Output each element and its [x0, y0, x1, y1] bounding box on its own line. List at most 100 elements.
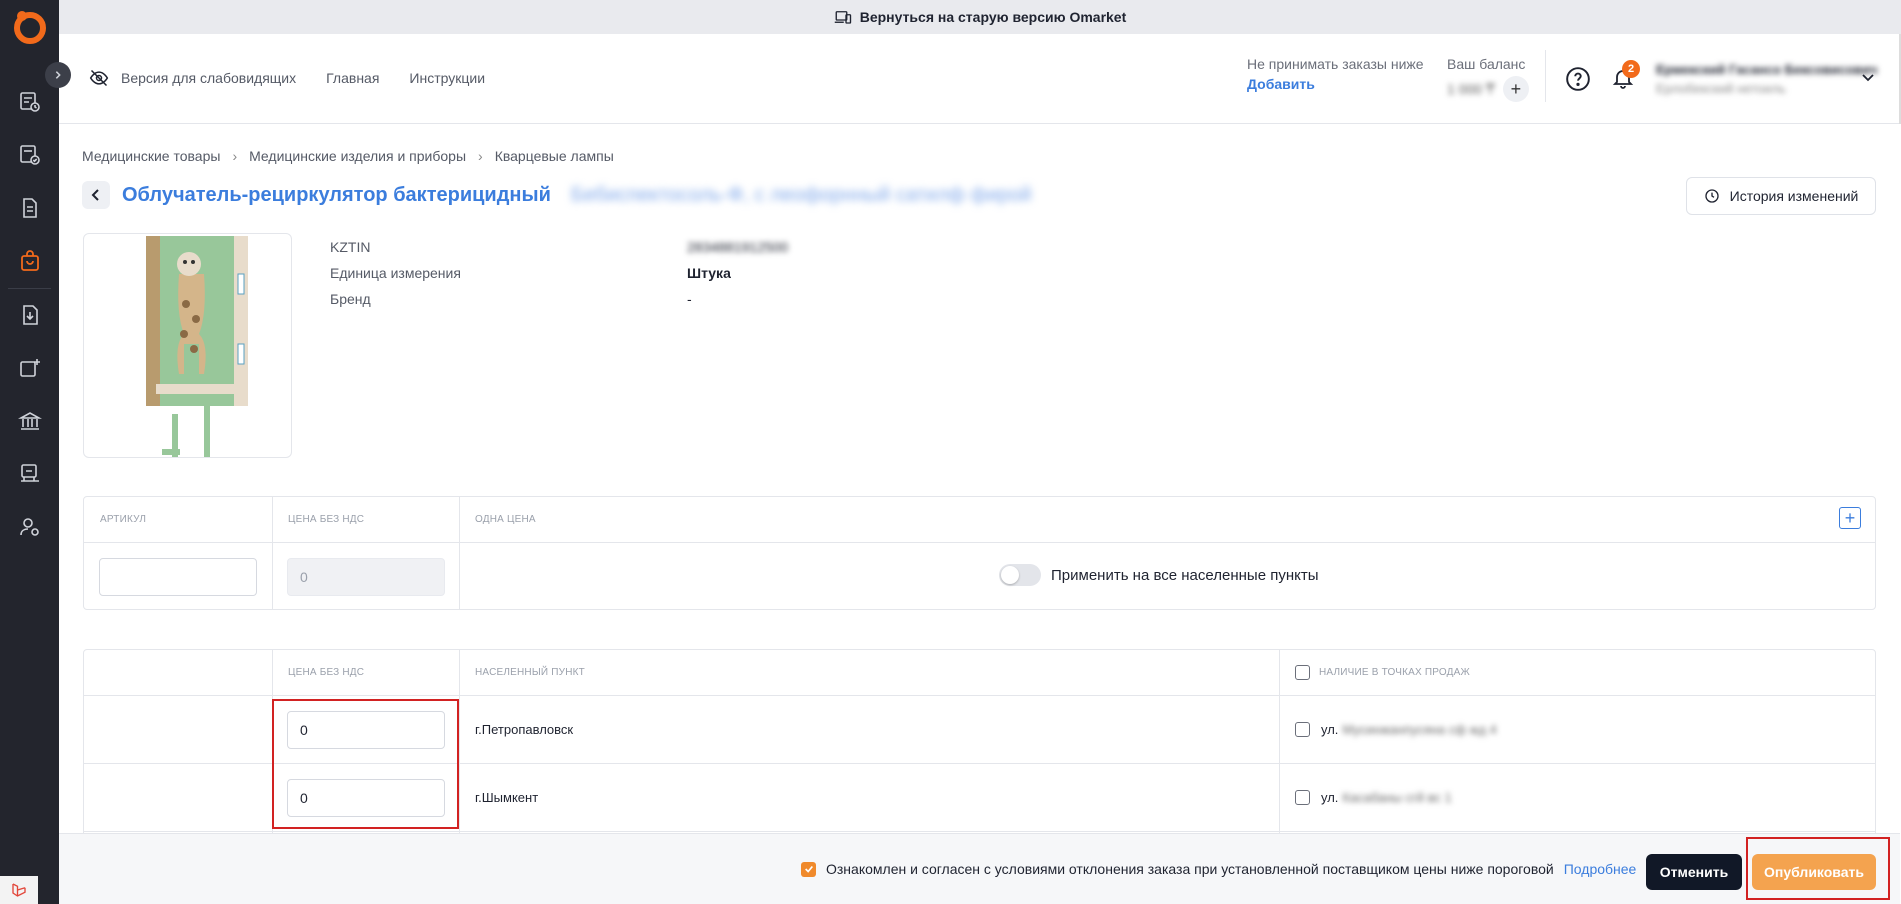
- column-header-single-price: Одна цена: [475, 514, 536, 525]
- nav-home-link[interactable]: Главная: [326, 70, 379, 86]
- cancel-button[interactable]: Отменить: [1646, 854, 1742, 890]
- clock-icon: [1704, 189, 1719, 203]
- article-input[interactable]: [99, 558, 257, 596]
- row-divider: [84, 542, 1875, 543]
- chevron-right-icon: ›: [478, 148, 483, 164]
- header: Версия для слабовидящих Главная Инструкц…: [59, 34, 1900, 124]
- column-divider: [459, 497, 460, 609]
- chevron-down-icon[interactable]: [1861, 70, 1875, 84]
- user-settings-icon[interactable]: [0, 502, 59, 552]
- old-version-banner[interactable]: Вернуться на старую версию Omarket: [59, 0, 1901, 34]
- row-divider: [84, 695, 1875, 696]
- select-all-checkbox[interactable]: [1295, 665, 1310, 680]
- page-title: Облучатель-рециркулятор бактерицидный: [122, 183, 551, 206]
- omarket-logo[interactable]: [12, 8, 48, 44]
- city-name: г.Шымкент: [475, 790, 539, 805]
- attribute-row: Единица измерения Штука: [330, 260, 788, 286]
- help-icon[interactable]: [1565, 66, 1591, 92]
- sidebar-toggle-button[interactable]: [45, 62, 71, 88]
- nav-instructions-link[interactable]: Инструкции: [409, 70, 485, 86]
- column-divider: [1279, 650, 1280, 838]
- min-order-label: Не принимать заказы ниже: [1247, 56, 1424, 72]
- page-title-hidden: Бебиспектосоль-Ф, с леофорнный сатилф фи…: [570, 183, 1032, 206]
- availability-checkbox[interactable]: [1295, 722, 1310, 737]
- agree-row: Ознакомлен и согласен с условиями отклон…: [801, 861, 1636, 877]
- balance-value: 1 000 ₸: [1447, 80, 1495, 97]
- apply-all-label: Применить на все населенные пункты: [1051, 566, 1319, 584]
- min-order-block: Не принимать заказы ниже Добавить: [1247, 56, 1424, 92]
- column-header-article: Артикул: [100, 514, 147, 525]
- apply-all-toggle[interactable]: [999, 564, 1041, 586]
- devices-icon: [834, 11, 851, 24]
- address-hidden: Мусинжанпусяна сф жд 4: [1342, 722, 1497, 737]
- laravel-icon[interactable]: [0, 876, 38, 904]
- breadcrumb-item[interactable]: Кварцевые лампы: [495, 148, 614, 164]
- product-attributes: KZTIN 2834881912500 Единица измерения Шт…: [330, 234, 788, 312]
- attribute-value: Штука: [687, 265, 731, 281]
- address-prefix: ул.: [1321, 722, 1339, 737]
- price-input-disabled: 0: [287, 558, 445, 596]
- chevron-right-icon: [55, 71, 61, 79]
- attribute-value: -: [687, 291, 692, 307]
- apply-all-toggle-row: Применить на все населенные пункты: [999, 564, 1319, 586]
- city-name: г.Петропавловск: [475, 722, 574, 737]
- check-icon: [804, 865, 813, 873]
- back-button[interactable]: [82, 181, 110, 209]
- balance-block: Ваш баланс 1 000 ₸ +: [1447, 56, 1529, 102]
- agree-text: Ознакомлен и согласен с условиями отклон…: [826, 861, 1554, 877]
- history-button[interactable]: История изменений: [1686, 177, 1876, 215]
- orders-done-icon[interactable]: [0, 130, 59, 180]
- sidebar-divider: [8, 288, 51, 289]
- row-divider: [84, 831, 1875, 832]
- import-icon[interactable]: [0, 290, 59, 340]
- column-header-price: Цена без НДС: [288, 667, 365, 678]
- add-row-button[interactable]: +: [1839, 507, 1861, 529]
- title-row: Облучатель-рециркулятор бактерицидный Бе…: [82, 181, 1032, 209]
- document-icon[interactable]: [0, 183, 59, 233]
- bank-icon[interactable]: [0, 396, 59, 446]
- agree-checkbox[interactable]: [801, 861, 816, 877]
- address-prefix: ул.: [1321, 790, 1339, 805]
- user-menu[interactable]: Ермекский Гасансо Бексовисович Ерлобекск…: [1656, 62, 1877, 96]
- availability-checkbox[interactable]: [1295, 790, 1310, 805]
- address-hidden: Касабаны сгй вс 1: [1342, 790, 1452, 805]
- attribute-key: KZTIN: [330, 239, 371, 255]
- attribute-value: 2834881912500: [687, 239, 789, 255]
- footer-bar: Ознакомлен и согласен с условиями отклон…: [59, 833, 1900, 904]
- attribute-row: KZTIN 2834881912500: [330, 234, 788, 260]
- header-divider: [1545, 50, 1546, 102]
- products-bag-icon[interactable]: [0, 236, 59, 286]
- chevron-right-icon: ›: [232, 148, 238, 164]
- column-header-city: Населенный пункт: [475, 667, 585, 678]
- warehouse-icon[interactable]: [0, 449, 59, 499]
- topup-balance-button[interactable]: +: [1502, 76, 1529, 102]
- accessibility-link[interactable]: Версия для слабовидящих: [89, 68, 296, 88]
- highlight-box: [1746, 837, 1890, 900]
- notifications-badge: 2: [1622, 60, 1640, 78]
- address: ул. Касабаны сгй вс 1: [1321, 790, 1452, 805]
- breadcrumb-item[interactable]: Медицинские товары: [82, 148, 220, 164]
- chevron-left-icon: [91, 189, 99, 201]
- attribute-key: Бренд: [330, 291, 371, 307]
- attribute-row: Бренд -: [330, 286, 788, 312]
- column-divider: [272, 497, 273, 609]
- eye-off-icon: [89, 69, 109, 87]
- highlight-box: [272, 699, 459, 829]
- header-nav: Версия для слабовидящих Главная Инструкц…: [89, 68, 515, 88]
- address: ул. Мусинжанпусяна сф жд 4: [1321, 722, 1497, 737]
- user-name: Ермекский Гасансо Бексовисович: [1656, 62, 1878, 77]
- history-button-label: История изменений: [1729, 188, 1859, 204]
- price-table: Артикул Цена без НДС Одна цена + 0 Приме…: [83, 496, 1876, 610]
- balance-label: Ваш баланс: [1447, 56, 1526, 72]
- more-link[interactable]: Подробнее: [1564, 861, 1637, 877]
- breadcrumb: Медицинские товары › Медицинские изделия…: [82, 148, 614, 164]
- column-header-price: Цена без НДС: [288, 514, 365, 525]
- attribute-key: Единица измерения: [330, 265, 461, 281]
- product-image: [83, 233, 292, 458]
- min-order-add-link[interactable]: Добавить: [1247, 76, 1424, 92]
- accessibility-label: Версия для слабовидящих: [121, 70, 297, 86]
- user-role: Ерлобекский нетоиль: [1656, 81, 1786, 96]
- add-product-icon[interactable]: [0, 343, 59, 393]
- column-header-availability: Наличие в точках продаж: [1319, 667, 1470, 678]
- breadcrumb-item[interactable]: Медицинские изделия и приборы: [249, 148, 466, 164]
